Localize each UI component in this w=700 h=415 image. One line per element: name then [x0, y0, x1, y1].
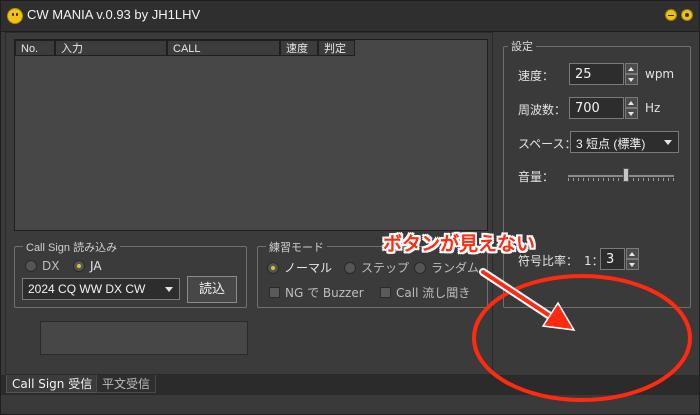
- ratio-stepper[interactable]: [626, 248, 639, 270]
- chevron-down-icon: [165, 287, 173, 292]
- speed-label: 速度：: [518, 69, 555, 83]
- radio-selected-icon: [267, 261, 279, 274]
- stepper-up-icon[interactable]: [626, 248, 639, 259]
- radio-step-label: ステップ: [361, 261, 410, 275]
- frequency-unit: Hz: [645, 101, 661, 115]
- check-call-flow[interactable]: Call 流し聞き: [380, 284, 470, 301]
- radio-ja-label: JA: [90, 259, 102, 273]
- volume-slider-thumb[interactable]: [623, 168, 630, 182]
- annotation-text: ボタンが見えない: [383, 233, 536, 255]
- radio-normal-label: ノーマル: [284, 261, 333, 275]
- check-ng-buzzer-label: NG で Buzzer: [285, 286, 364, 300]
- minimize-icon[interactable]: [665, 9, 677, 21]
- chevron-down-icon: [664, 140, 672, 145]
- radio-dx[interactable]: DX: [25, 259, 59, 273]
- space-label: スペース：: [518, 137, 577, 151]
- frequency-label: 周波数：: [518, 103, 567, 117]
- col-header-no[interactable]: No.: [15, 40, 55, 56]
- radio-selected-icon: [73, 260, 85, 272]
- col-header-judge[interactable]: 判定: [318, 40, 355, 56]
- load-button[interactable]: 読込: [187, 276, 237, 303]
- callsign-group-title: Call Sign 読み込み: [23, 239, 121, 255]
- radio-dx-label: DX: [42, 259, 60, 273]
- tab-callsign-receive[interactable]: Call Sign 受信: [6, 375, 99, 393]
- stepper-down-icon[interactable]: [625, 74, 638, 85]
- results-table[interactable]: No. 入力 CALL 速度 判定: [14, 39, 488, 231]
- frequency-input[interactable]: 700: [569, 97, 624, 119]
- space-select-value: 3 短点 (標準): [576, 137, 646, 151]
- space-select[interactable]: 3 短点 (標準): [570, 131, 679, 153]
- contest-select-value: 2024 CQ WW DX CW: [28, 282, 146, 296]
- ratio-input[interactable]: 3: [600, 248, 625, 270]
- close-icon[interactable]: [681, 9, 693, 21]
- smiley-app-icon: [7, 8, 23, 24]
- frequency-value: 700: [575, 101, 600, 116]
- radio-circle-icon: [25, 260, 37, 272]
- volume-slider-track[interactable]: [568, 175, 674, 177]
- contest-select[interactable]: 2024 CQ WW DX CW: [22, 278, 180, 300]
- stepper-up-icon[interactable]: [625, 63, 638, 74]
- radio-random-label: ランダム: [431, 261, 480, 275]
- speed-value: 25: [575, 67, 592, 82]
- checkbox-icon: [269, 287, 280, 298]
- radio-ja[interactable]: JA: [73, 259, 102, 273]
- radio-step[interactable]: ステップ: [344, 259, 409, 276]
- volume-slider-ticks: [568, 178, 674, 181]
- ratio-value: 3: [606, 252, 615, 267]
- speed-unit: wpm: [645, 67, 675, 81]
- window-title: CW MANIA v.0.93 by JH1LHV: [27, 7, 201, 22]
- stepper-up-icon[interactable]: [625, 97, 638, 108]
- frequency-stepper[interactable]: [625, 97, 638, 119]
- check-call-flow-label: Call 流し聞き: [396, 286, 471, 300]
- table-header: No. 入力 CALL 速度 判定: [15, 40, 487, 58]
- radio-circle-icon: [414, 261, 426, 274]
- radio-normal[interactable]: ノーマル: [267, 259, 332, 276]
- settings-title: 設定: [508, 38, 536, 54]
- speed-input[interactable]: 25: [569, 63, 624, 85]
- radio-circle-icon: [344, 261, 356, 274]
- callsign-display-box: [40, 321, 248, 355]
- stepper-down-icon[interactable]: [625, 108, 638, 119]
- practice-group-title: 練習モード: [266, 239, 327, 255]
- check-ng-buzzer[interactable]: NG で Buzzer: [269, 284, 364, 301]
- col-header-speed[interactable]: 速度: [280, 40, 318, 56]
- title-bar[interactable]: CW MANIA v.0.93 by JH1LHV: [1, 1, 699, 32]
- speed-stepper[interactable]: [625, 63, 638, 85]
- col-header-input[interactable]: 入力: [55, 40, 167, 56]
- col-header-call[interactable]: CALL: [167, 40, 280, 56]
- checkbox-icon: [380, 287, 391, 298]
- radio-random[interactable]: ランダム: [414, 259, 479, 276]
- stepper-down-icon[interactable]: [626, 259, 639, 270]
- app-window: CW MANIA v.0.93 by JH1LHV No. 入力 CALL 速度…: [0, 0, 700, 415]
- tab-plaintext-receive[interactable]: 平文受信: [96, 375, 157, 393]
- volume-label: 音量：: [518, 170, 555, 184]
